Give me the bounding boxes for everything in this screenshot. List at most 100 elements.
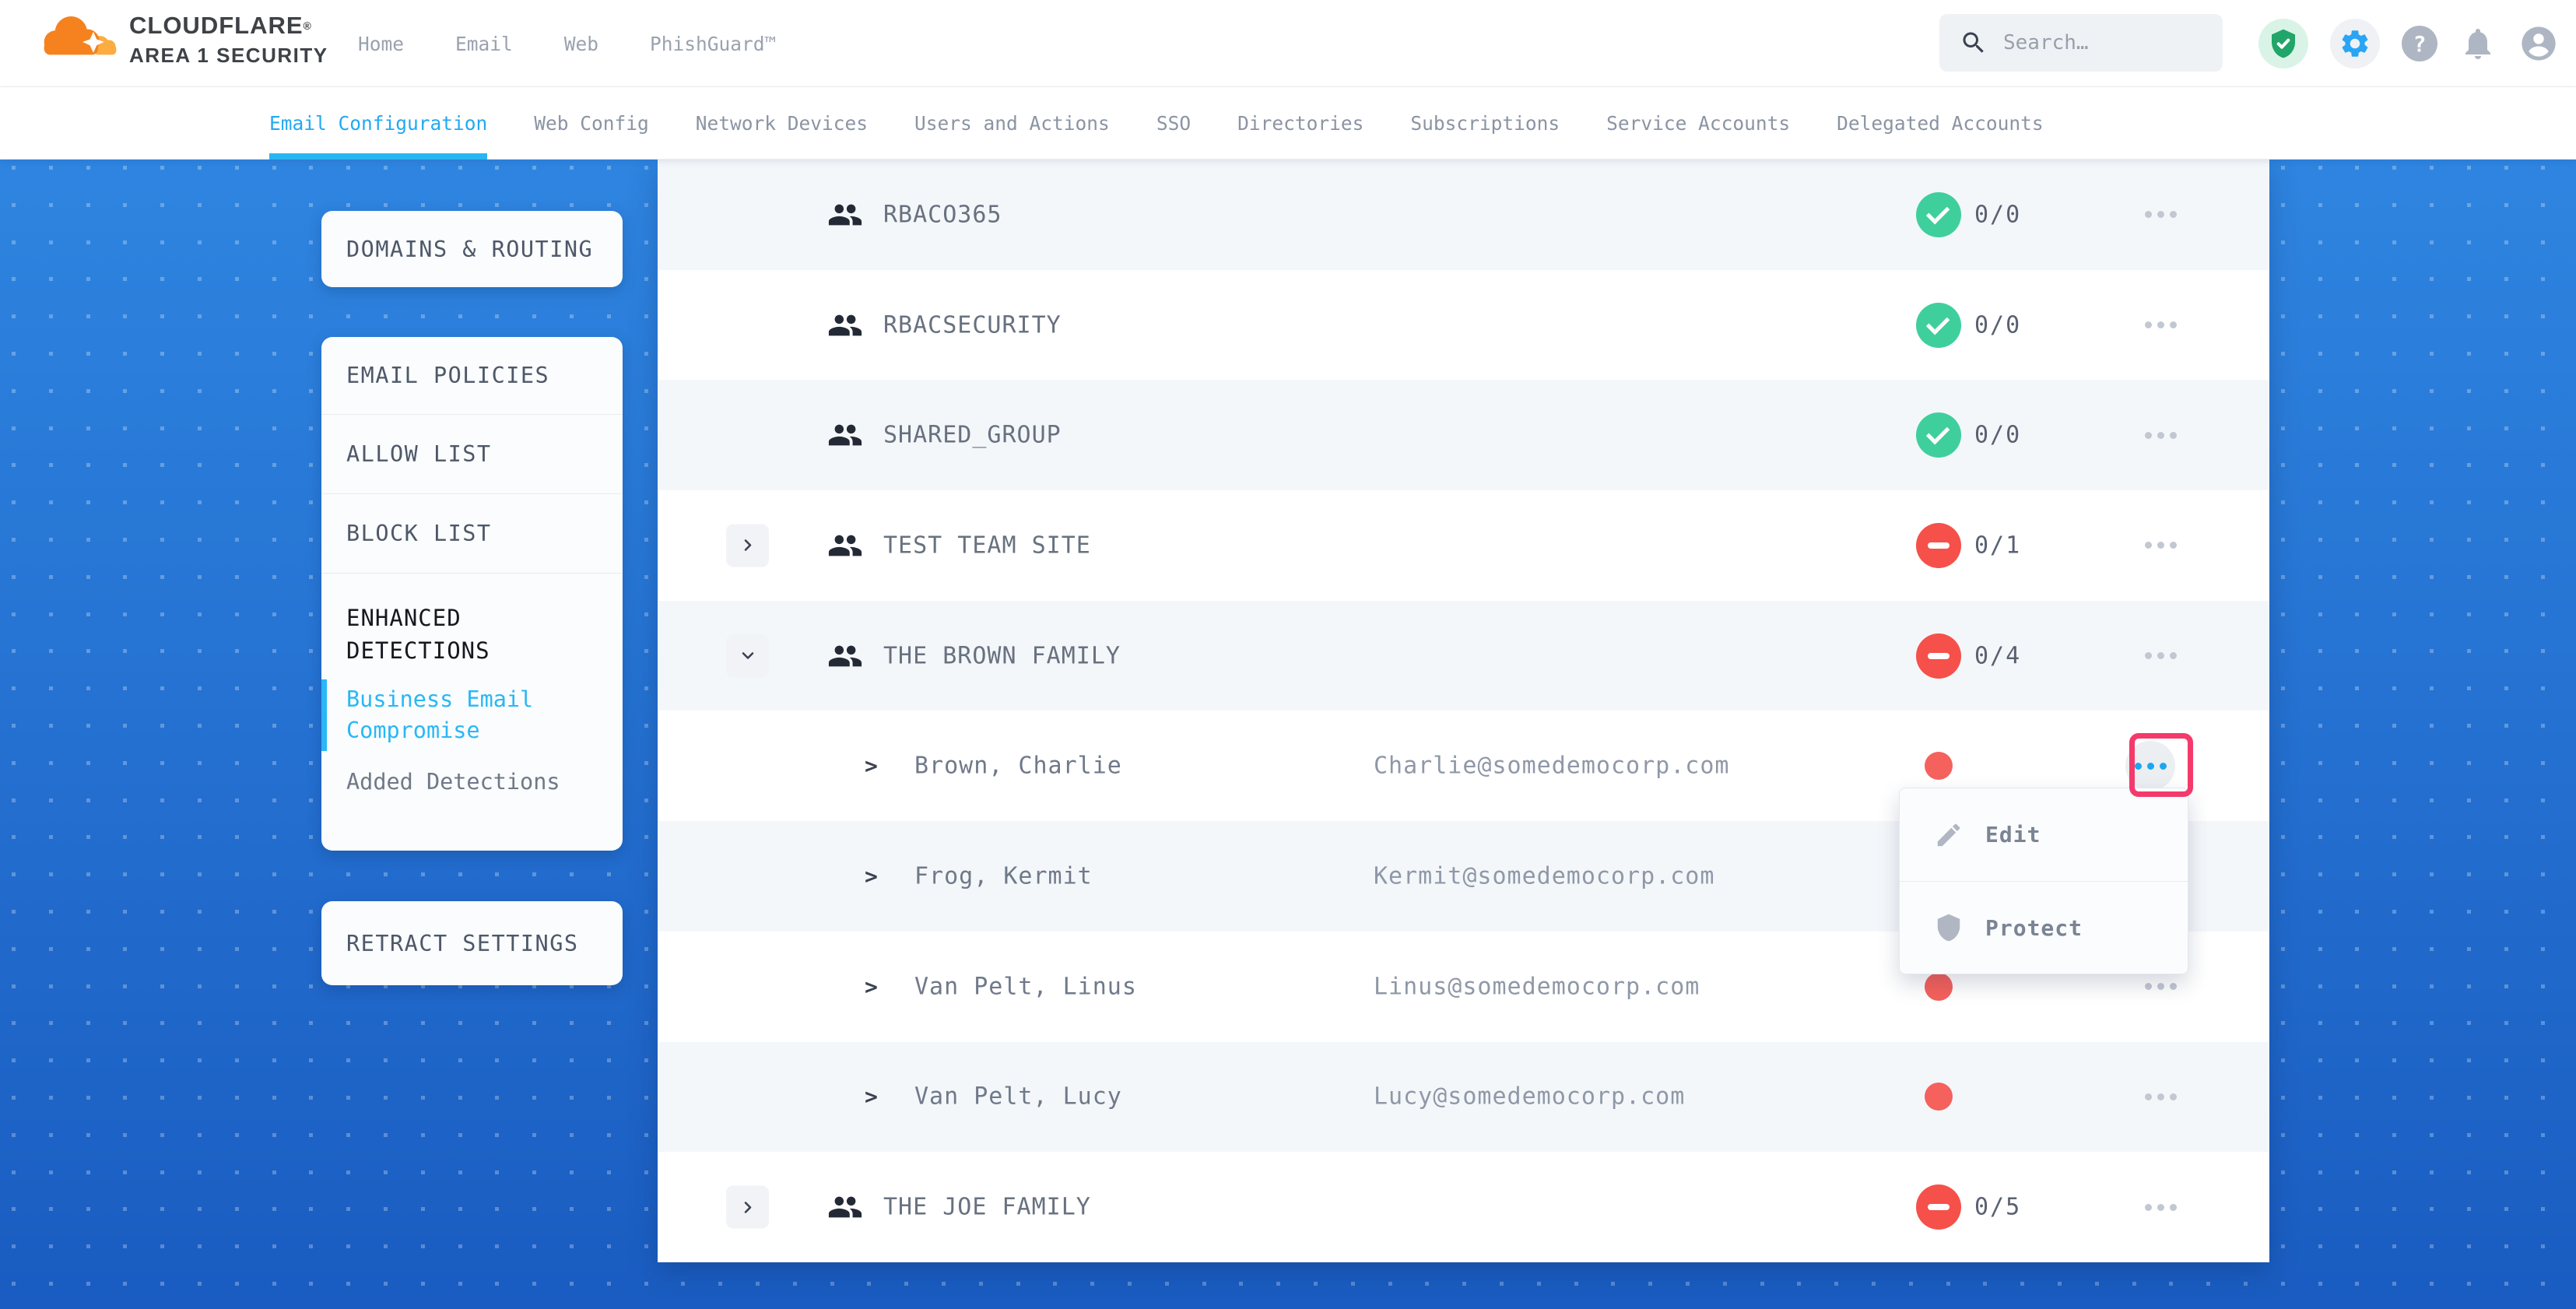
row-menu-button[interactable] xyxy=(2125,290,2195,360)
sidebar-card-retract-settings[interactable]: RETRACT SETTINGS xyxy=(321,901,623,985)
notifications-bell-icon[interactable] xyxy=(2459,25,2497,62)
status-dot-blocked xyxy=(1925,973,1953,1001)
ellipsis-icon xyxy=(2135,763,2142,770)
groups-table: RBACO365 0/0 RBACSECURITY 0/0 SHARED_GRO… xyxy=(658,160,2269,1262)
header-icons: ? xyxy=(2258,0,2559,87)
protected-count: 0/5 xyxy=(1974,1194,2021,1221)
group-name: THE JOE FAMILY xyxy=(883,1194,1091,1221)
status-badge-blocked xyxy=(1916,523,1961,568)
status-badge-allowed xyxy=(1916,192,1961,237)
search-box[interactable] xyxy=(1939,14,2223,72)
sidebar-item-retract-settings[interactable]: RETRACT SETTINGS xyxy=(321,931,579,956)
tab-service-accounts[interactable]: Service Accounts xyxy=(1606,87,1790,160)
nav-item-phishguard[interactable]: PhishGuard™ xyxy=(650,33,776,55)
registered-mark: ® xyxy=(304,19,312,32)
ellipsis-icon xyxy=(2145,1204,2152,1211)
tab-sso[interactable]: SSO xyxy=(1156,87,1191,160)
group-icon xyxy=(827,638,863,674)
search-icon xyxy=(1960,29,1988,57)
tab-directories[interactable]: Directories xyxy=(1237,87,1363,160)
account-icon[interactable] xyxy=(2518,23,2559,64)
tab-delegated-accounts[interactable]: Delegated Accounts xyxy=(1837,87,2044,160)
ellipsis-icon xyxy=(2145,542,2152,549)
sidebar-card-domains-routing[interactable]: DOMAINS & ROUTING xyxy=(321,211,623,287)
row-menu-button[interactable] xyxy=(2125,1062,2195,1132)
pencil-icon xyxy=(1934,820,1964,850)
sidebar-item-allow-list[interactable]: ALLOW LIST xyxy=(321,415,623,494)
ellipsis-icon xyxy=(2145,1093,2152,1100)
nav-item-web[interactable]: Web xyxy=(564,33,598,55)
row-menu-button[interactable] xyxy=(2125,1172,2195,1242)
member-email: Charlie@somedemocorp.com xyxy=(1374,753,1729,780)
menu-item-protect[interactable]: Protect xyxy=(1900,881,2188,974)
sidebar-item-domains-routing[interactable]: DOMAINS & ROUTING xyxy=(321,237,593,262)
group-icon xyxy=(827,197,863,233)
sidebar-section-enhanced-detections: ENHANCED DETECTIONS Business Email Compr… xyxy=(321,574,623,798)
search-input[interactable] xyxy=(2003,31,2198,54)
table-row-group: TEST TEAM SITE 0/1 xyxy=(658,490,2269,601)
status-badge-blocked xyxy=(1916,1184,1961,1230)
group-icon xyxy=(827,307,863,343)
table-row-group: RBACO365 0/0 xyxy=(658,160,2269,270)
nav-item-email[interactable]: Email xyxy=(455,33,513,55)
row-menu-button[interactable] xyxy=(2125,400,2195,470)
group-name: TEST TEAM SITE xyxy=(883,532,1091,559)
table-row-group: THE BROWN FAMILY 0/4 xyxy=(658,601,2269,711)
row-menu-button-active[interactable] xyxy=(2125,741,2175,791)
tab-email-configuration[interactable]: Email Configuration xyxy=(269,87,487,160)
brand-subtitle: AREA 1 SECURITY xyxy=(129,44,328,67)
menu-item-label: Protect xyxy=(1985,915,2083,941)
member-chevron[interactable]: > xyxy=(865,1084,878,1110)
nav-item-home[interactable]: Home xyxy=(358,33,404,55)
row-menu-button[interactable] xyxy=(2125,511,2195,581)
protected-count: 0/1 xyxy=(1974,532,2021,559)
member-name: Frog, Kermit xyxy=(914,862,1093,890)
enhanced-detections-title[interactable]: ENHANCED DETECTIONS xyxy=(346,602,598,667)
status-badge-blocked xyxy=(1916,633,1961,679)
chevron-right-icon xyxy=(740,538,756,553)
menu-item-edit[interactable]: Edit xyxy=(1900,788,2188,881)
sidebar-card-email-policies: EMAIL POLICIES ALLOW LIST BLOCK LIST ENH… xyxy=(321,337,623,851)
protected-count: 0/4 xyxy=(1974,642,2021,669)
member-name: Brown, Charlie xyxy=(914,753,1122,780)
cloudflare-cloud-icon xyxy=(37,11,118,62)
row-menu-button[interactable] xyxy=(2125,621,2195,691)
ellipsis-icon xyxy=(2145,983,2152,990)
group-icon xyxy=(827,417,863,453)
chevron-down-icon xyxy=(740,648,756,664)
tab-subscriptions[interactable]: Subscriptions xyxy=(1410,87,1560,160)
shield-check-icon[interactable] xyxy=(2258,19,2308,68)
member-chevron[interactable]: > xyxy=(865,863,878,889)
group-name: RBACSECURITY xyxy=(883,311,1062,339)
member-email: Linus@somedemocorp.com xyxy=(1374,973,1700,1000)
brand-name: CLOUDFLARE® xyxy=(129,8,328,44)
protected-count: 0/0 xyxy=(1974,422,2021,449)
member-email: Lucy@somedemocorp.com xyxy=(1374,1083,1685,1111)
sidebar-item-business-email-compromise[interactable]: Business Email Compromise xyxy=(346,684,598,746)
member-chevron[interactable]: > xyxy=(865,753,878,779)
menu-item-label: Edit xyxy=(1985,822,2041,848)
group-name: SHARED_GROUP xyxy=(883,422,1062,449)
protected-count: 0/0 xyxy=(1974,201,2021,228)
member-email: Kermit@somedemocorp.com xyxy=(1374,862,1714,890)
row-menu-button[interactable] xyxy=(2125,180,2195,250)
protected-count: 0/0 xyxy=(1974,311,2021,339)
collapse-toggle-button[interactable] xyxy=(726,634,769,677)
sidebar-item-block-list[interactable]: BLOCK LIST xyxy=(321,494,623,574)
member-name: Van Pelt, Linus xyxy=(914,973,1137,1000)
help-icon[interactable]: ? xyxy=(2402,26,2437,61)
ellipsis-icon xyxy=(2145,211,2152,218)
tab-web-config[interactable]: Web Config xyxy=(534,87,649,160)
table-row-group: SHARED_GROUP 0/0 xyxy=(658,380,2269,490)
ellipsis-icon xyxy=(2145,432,2152,439)
expand-toggle-button[interactable] xyxy=(726,1186,769,1229)
tab-network-devices[interactable]: Network Devices xyxy=(696,87,868,160)
group-icon xyxy=(827,1189,863,1225)
tab-users-and-actions[interactable]: Users and Actions xyxy=(914,87,1110,160)
member-chevron[interactable]: > xyxy=(865,974,878,999)
settings-gear-icon[interactable] xyxy=(2330,19,2380,68)
sidebar-item-email-policies[interactable]: EMAIL POLICIES xyxy=(321,337,623,415)
sidebar-item-added-detections[interactable]: Added Detections xyxy=(346,767,598,798)
status-badge-allowed xyxy=(1916,412,1961,458)
expand-toggle-button[interactable] xyxy=(726,524,769,567)
